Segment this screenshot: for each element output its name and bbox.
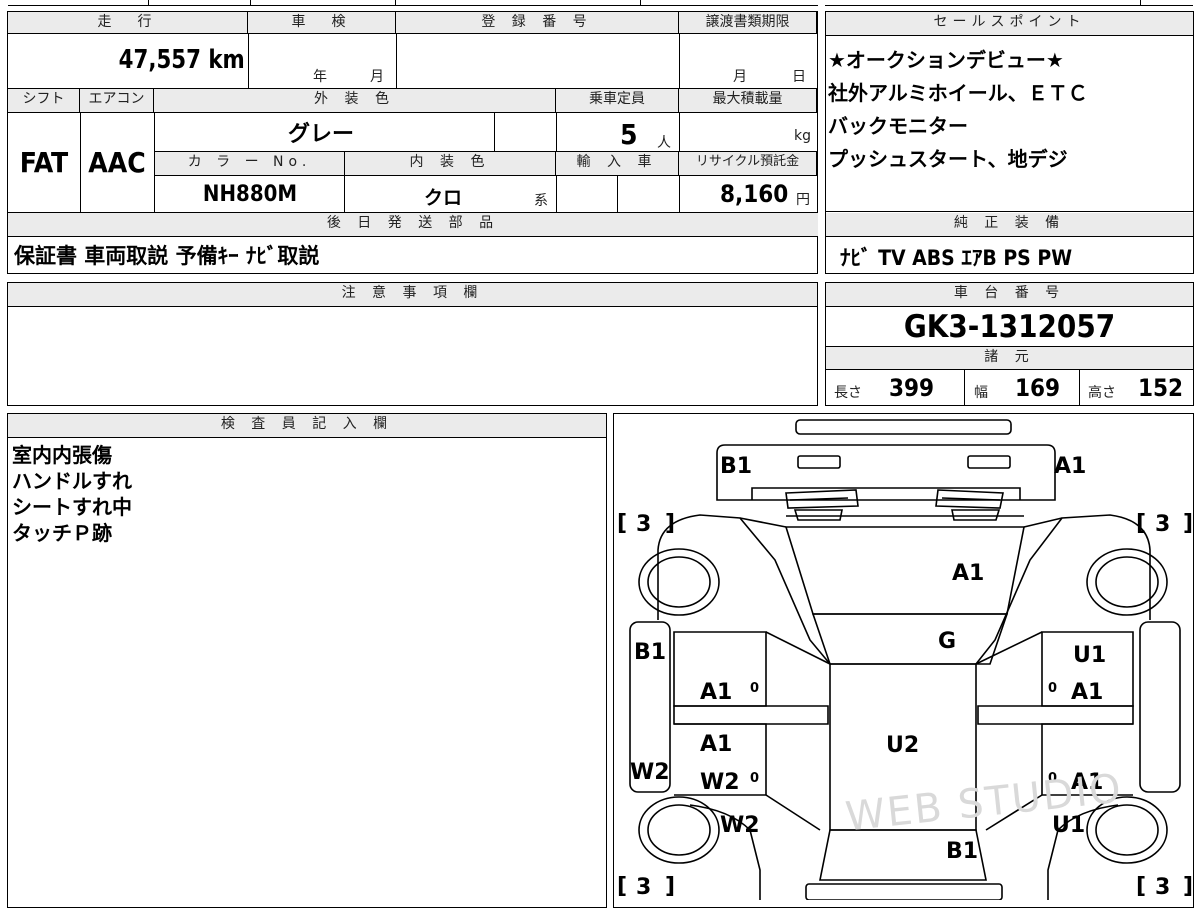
color-no-label: カ ラ ー No. xyxy=(155,151,345,176)
interior-color-label: 内 装 色 xyxy=(345,151,556,176)
later-parts-value: 保証書 車両取説 予備ｷｰ ﾅﾋﾞ取説 xyxy=(14,244,320,268)
mark-w2-left-rear-fender: W2 xyxy=(720,813,760,838)
tire-front-left: 3 xyxy=(636,512,651,537)
inspector-note: シートすれ中 xyxy=(12,495,132,519)
sales-point-item: 社外アルミホイール、ＥＴＣ xyxy=(828,81,1088,105)
mark-a1-right-front-door: A1 xyxy=(1071,680,1103,705)
recycle-fee-label: リサイクル預託金 xyxy=(679,151,817,176)
mark-a1-windshield: A1 xyxy=(952,561,984,586)
mark-a1-front-right: A1 xyxy=(1054,454,1086,479)
import-label: 輸 入 車 xyxy=(556,151,679,176)
inspector-note: タッチＰ跡 xyxy=(12,521,112,545)
top-strip xyxy=(0,0,1200,6)
color-no-value: NH880M xyxy=(202,182,298,207)
capacity-unit: 人 xyxy=(657,135,671,151)
inspection-label: 車 検 xyxy=(248,12,396,34)
tire-front-right: 3 xyxy=(1155,512,1170,537)
interior-suffix: 系 xyxy=(534,193,548,209)
width-value: 169 xyxy=(1015,374,1061,402)
deadline-month: 月 xyxy=(733,69,747,85)
registration-label: 登 録 番 号 xyxy=(396,12,679,34)
length-value: 399 xyxy=(889,374,935,402)
mark-a1-left-rear-top: A1 xyxy=(700,732,732,757)
sales-point-item: ★オークションデビュー★ xyxy=(828,48,1064,72)
inspector-notes-label: 検 査 員 記 入 欄 xyxy=(8,414,606,438)
later-parts-label: 後 日 発 送 部 品 xyxy=(8,213,818,237)
mark-u2-roof: U2 xyxy=(886,733,919,758)
width-label: 幅 xyxy=(974,385,988,401)
height-value: 152 xyxy=(1138,374,1184,402)
recycle-fee-unit: 円 xyxy=(796,192,810,208)
inspector-notes-list: 室内内張傷 ハンドルすれ シートすれ中 タッチＰ跡 xyxy=(12,442,132,546)
interior-color-value: クロ xyxy=(424,187,463,209)
shift-label: シフト xyxy=(8,89,80,113)
chassis-no-label: 車 台 番 号 xyxy=(826,283,1193,307)
sales-points-list: ★オークションデビュー★ 社外アルミホイール、ＥＴＣ バックモニター プッシュス… xyxy=(828,44,1088,176)
mark-b1-front-left: B1 xyxy=(720,454,752,479)
capacity-value: 5 xyxy=(620,118,638,151)
door-zero-mark: 0 xyxy=(1048,681,1057,696)
capacity-label: 乗車定員 xyxy=(556,89,679,113)
tire-bracket-icon: ] xyxy=(665,511,675,536)
mark-u1-right-pillar: U1 xyxy=(1073,643,1106,668)
standard-equipment-label: 純 正 装 備 xyxy=(826,213,1193,237)
door-zero-mark: 0 xyxy=(750,681,759,696)
inspector-note: ハンドルすれ xyxy=(12,469,132,493)
tire-bracket-icon: ] xyxy=(1183,874,1193,899)
chassis-no-value: GK3-1312057 xyxy=(903,309,1116,345)
inspection-year: 年 xyxy=(313,69,327,85)
recycle-fee-value: 8,160 xyxy=(720,180,789,208)
aircon-value: AAC xyxy=(88,146,146,179)
inspection-month: 月 xyxy=(370,69,384,85)
tire-bracket-icon: [ xyxy=(1136,874,1146,899)
tire-rear-left: 3 xyxy=(636,875,651,900)
deadline-day: 日 xyxy=(792,69,806,85)
tire-bracket-icon: ] xyxy=(665,874,675,899)
exterior-color-value: グレー xyxy=(288,122,355,147)
height-label: 高さ xyxy=(1088,385,1116,401)
tire-bracket-icon: [ xyxy=(617,874,627,899)
sales-point-item: プッシュスタート、地デジ xyxy=(828,147,1068,171)
mark-g-roof-front: G xyxy=(938,629,956,654)
sales-points-label: セールスポイント xyxy=(826,12,1193,36)
specs-label: 諸 元 xyxy=(826,346,1193,370)
mileage-value: 47,557 km xyxy=(118,45,245,75)
tire-rear-right: 3 xyxy=(1155,875,1170,900)
tire-bracket-icon: [ xyxy=(1136,511,1146,536)
load-unit: kg xyxy=(794,128,811,144)
tire-bracket-icon: [ xyxy=(617,511,627,536)
transfer-deadline-label: 譲渡書類期限 xyxy=(679,12,817,34)
shift-value: FAT xyxy=(19,146,69,179)
door-zero-mark: 0 xyxy=(750,771,759,786)
aircon-label: エアコン xyxy=(80,89,154,113)
mark-w2-left-side: W2 xyxy=(630,760,670,785)
mark-a1-left-front-door: A1 xyxy=(700,680,732,705)
notes-label: 注 意 事 項 欄 xyxy=(8,283,817,307)
mark-b1-rear: B1 xyxy=(946,839,978,864)
sales-point-item: バックモニター xyxy=(828,114,968,138)
mark-b1-left-pillar: B1 xyxy=(634,640,666,665)
max-load-label: 最大積載量 xyxy=(679,89,817,113)
mark-w2-left-rear: W2 xyxy=(700,770,740,795)
mileage-label: 走 行 xyxy=(8,12,248,34)
inspector-note: 室内内張傷 xyxy=(12,443,112,467)
length-label: 長さ xyxy=(834,385,862,401)
standard-equipment-value: ﾅﾋﾞ TV ABS ｴｱB PS PW xyxy=(840,246,1073,270)
exterior-color-label: 外 装 色 xyxy=(154,89,556,113)
tire-bracket-icon: ] xyxy=(1183,511,1193,536)
